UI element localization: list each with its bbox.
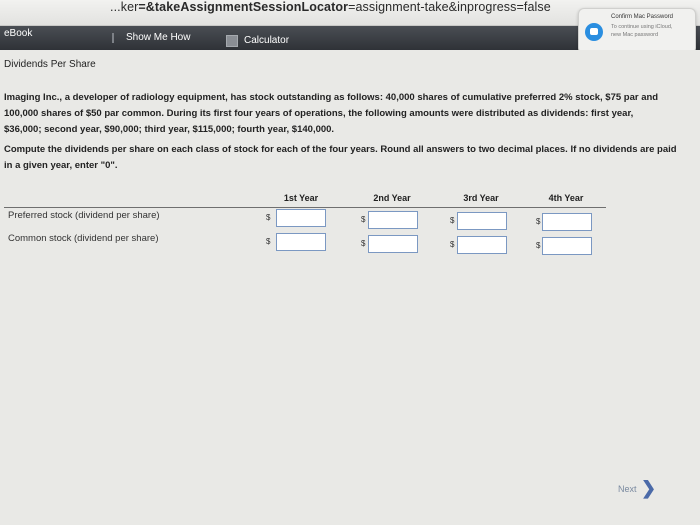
column-header-1st-year: 1st Year bbox=[283, 193, 319, 203]
column-header-2nd-year: 2nd Year bbox=[373, 193, 411, 203]
url-prefix: ...ker bbox=[110, 0, 139, 14]
preferred-year3-input[interactable] bbox=[457, 212, 507, 230]
notification-title: Confirm Mac Password bbox=[611, 14, 674, 20]
row-label-common: Common stock (dividend per share) bbox=[8, 233, 159, 244]
currency-symbol: $ bbox=[536, 217, 541, 226]
problem-statement: Imaging Inc., a developer of radiology e… bbox=[4, 90, 658, 138]
show-me-how-label: Show Me How bbox=[126, 32, 191, 43]
url-rest: =assignment-take&inprogress=false bbox=[348, 0, 551, 14]
notification-line-1: To continue using iCloud, bbox=[611, 24, 673, 30]
currency-symbol: $ bbox=[450, 240, 455, 249]
currency-symbol: $ bbox=[361, 239, 366, 248]
statement-line: Imaging Inc., a developer of radiology e… bbox=[4, 92, 659, 103]
column-header-3rd-year: 3rd Year bbox=[463, 193, 499, 203]
currency-symbol: $ bbox=[361, 215, 366, 224]
currency-symbol: $ bbox=[450, 216, 455, 225]
row-label-preferred: Preferred stock (dividend per share) bbox=[8, 210, 160, 221]
preferred-year1-input[interactable] bbox=[276, 209, 326, 227]
problem-title: Dividends Per Share bbox=[4, 59, 96, 70]
table-header-divider bbox=[4, 207, 606, 208]
problem-instructions: Compute the dividends per share on each … bbox=[4, 142, 677, 174]
preferred-year4-input[interactable] bbox=[542, 213, 592, 231]
notification-body: To continue using iCloud, new Mac passwo… bbox=[611, 23, 672, 39]
separator-icon bbox=[112, 33, 122, 43]
ebook-button[interactable]: eBook bbox=[4, 22, 32, 46]
instruction-line: Compute the dividends per share on each … bbox=[4, 144, 677, 155]
currency-symbol: $ bbox=[266, 237, 271, 246]
statement-line: 100,000 shares of $50 par common. During… bbox=[4, 108, 634, 119]
common-year1-input[interactable] bbox=[276, 233, 326, 251]
preferred-year2-input[interactable] bbox=[368, 211, 418, 229]
url-bold: =&takeAssignmentSessionLocator bbox=[138, 0, 349, 14]
common-year2-input[interactable] bbox=[368, 235, 418, 253]
statement-line: $36,000; second year, $90,000; third yea… bbox=[4, 124, 335, 135]
notification-line-2: new Mac password bbox=[611, 32, 659, 38]
column-header-4th-year: 4th Year bbox=[548, 193, 584, 203]
show-me-how-button[interactable]: Show Me How bbox=[112, 26, 190, 50]
icloud-icon bbox=[585, 23, 603, 41]
icloud-notification[interactable]: Confirm Mac Password To continue using i… bbox=[578, 8, 696, 54]
instruction-line: in a given year, enter "0". bbox=[4, 160, 118, 171]
calculator-icon bbox=[226, 35, 238, 47]
chevron-right-icon[interactable]: ❯ bbox=[641, 478, 656, 499]
common-year4-input[interactable] bbox=[542, 237, 592, 255]
next-button[interactable]: Next bbox=[618, 484, 637, 494]
currency-symbol: $ bbox=[266, 213, 271, 222]
currency-symbol: $ bbox=[536, 241, 541, 250]
url-text: ...ker=&takeAssignmentSessionLocator=ass… bbox=[110, 0, 551, 14]
main-content: Dividends Per Share Imaging Inc., a deve… bbox=[0, 50, 700, 525]
common-year3-input[interactable] bbox=[457, 236, 507, 254]
calculator-label: Calculator bbox=[244, 35, 290, 46]
